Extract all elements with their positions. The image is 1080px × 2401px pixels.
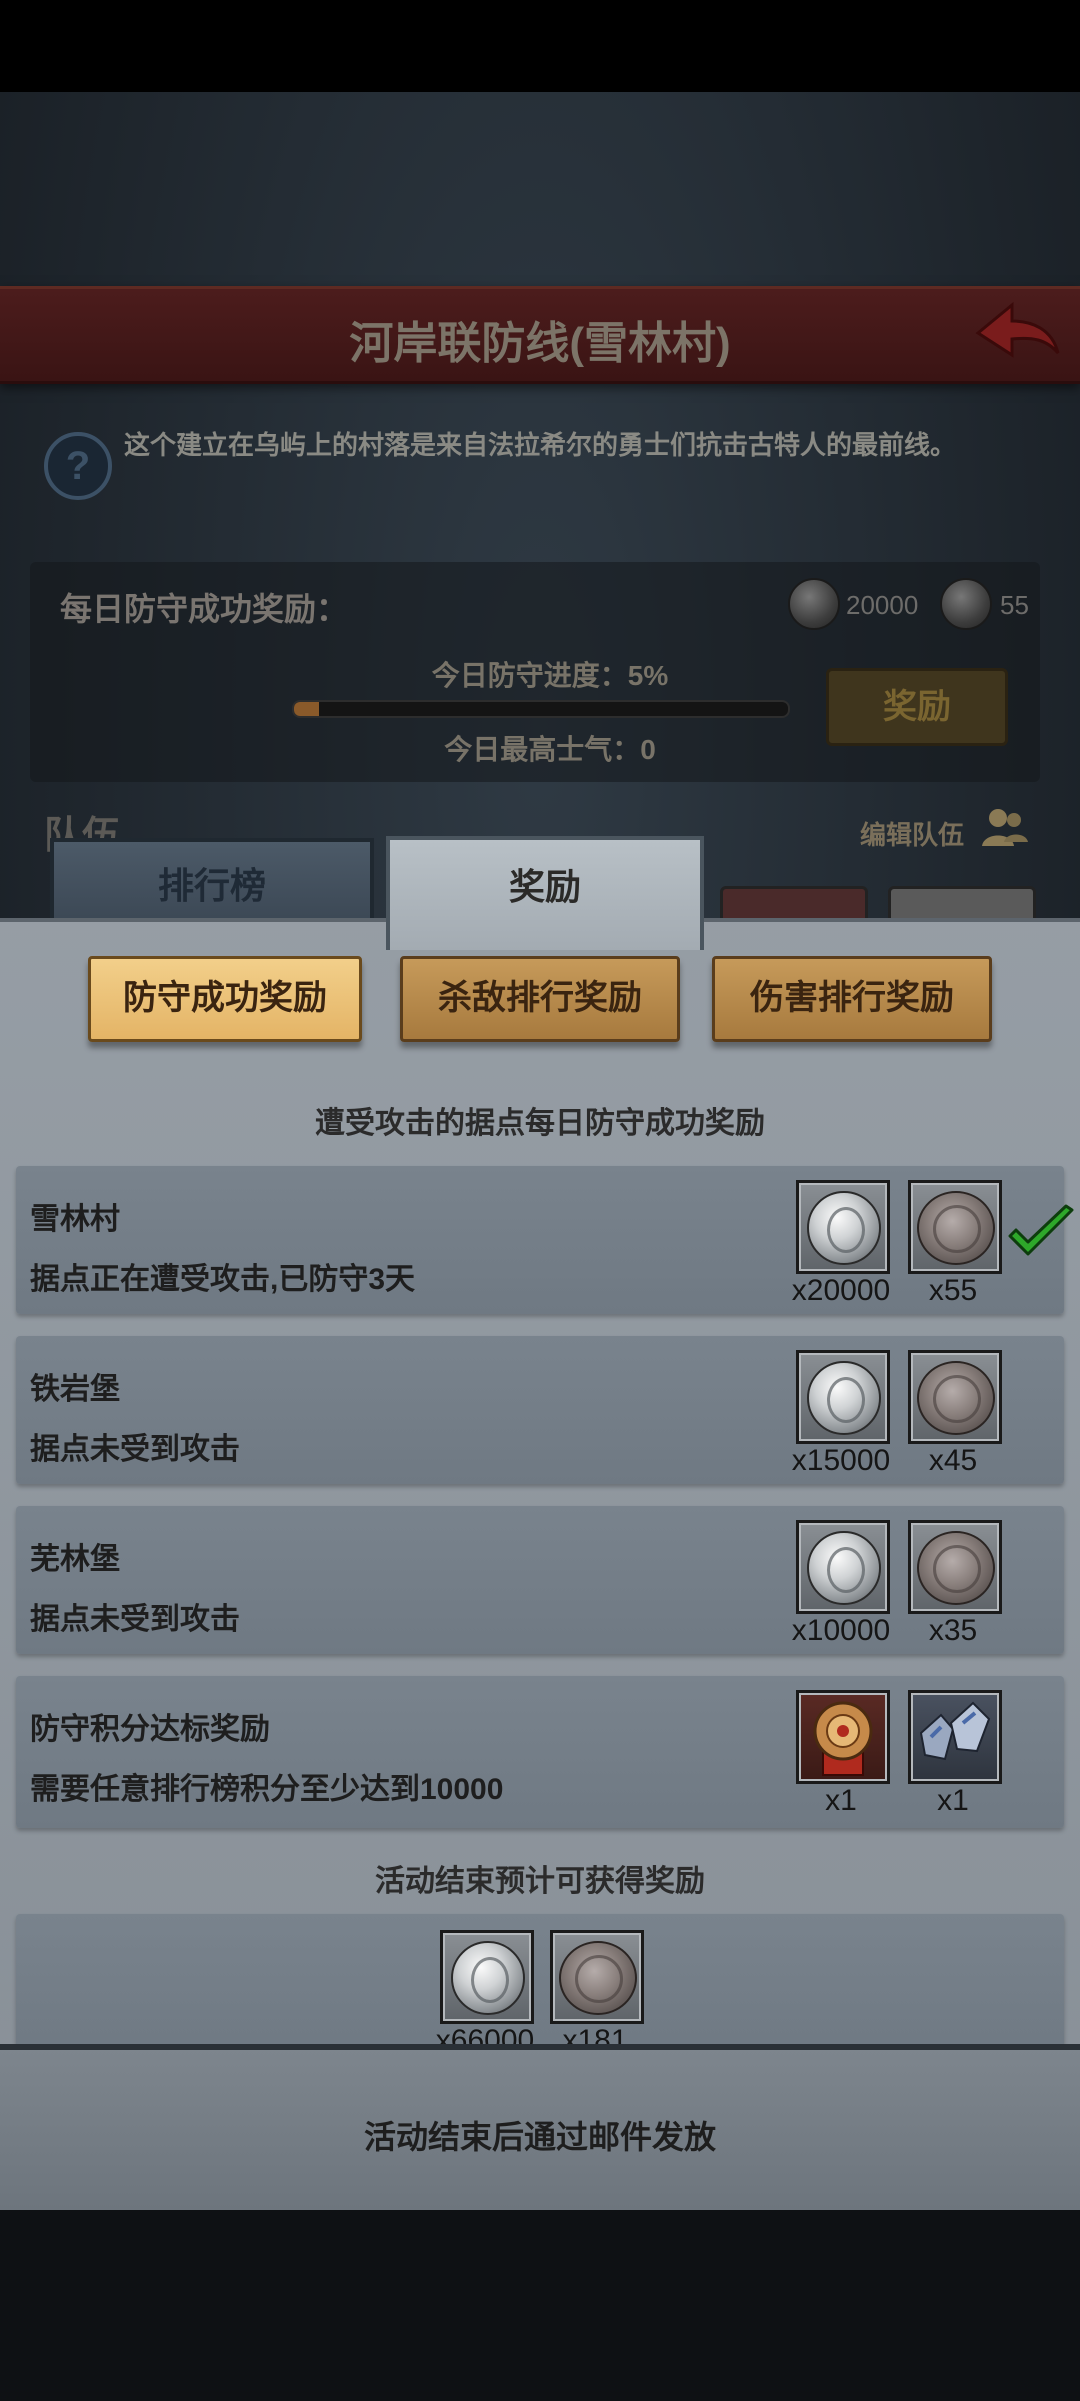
dark-coin-item[interactable] xyxy=(908,1520,1002,1614)
gauntlet-icon xyxy=(919,1701,991,1761)
armor-item[interactable] xyxy=(908,1690,1002,1784)
bottom-area xyxy=(0,2207,1080,2401)
item-quantity: x15000 xyxy=(791,1444,891,1477)
page-title: 河岸联防线(雪林村) xyxy=(349,319,731,368)
row-status: 据点未受到攻击 xyxy=(30,1433,240,1466)
status-bar xyxy=(0,0,1080,92)
row-status: 据点未受到攻击 xyxy=(30,1603,240,1636)
dark-coin-icon xyxy=(917,1531,995,1605)
dark-coin-icon xyxy=(940,578,992,630)
item-quantity: x35 xyxy=(928,1614,978,1647)
item-quantity: x55 xyxy=(928,1274,978,1307)
silver-coin-item[interactable] xyxy=(440,1930,534,2024)
item-quantity: x1 xyxy=(825,1784,857,1817)
tab-reward[interactable]: 奖励 xyxy=(386,836,704,950)
reward-row: 雪林村 据点正在遭受攻击,已防守3天 x20000 x55 xyxy=(16,1166,1074,1314)
dark-coin-item[interactable] xyxy=(908,1180,1002,1274)
dark-coin-icon xyxy=(917,1361,995,1435)
silver-coin-icon xyxy=(807,1361,881,1435)
help-icon[interactable]: ? xyxy=(44,432,112,500)
row-name: 铁岩堡 xyxy=(30,1373,120,1406)
medal-icon xyxy=(813,1701,873,1776)
progress-fill xyxy=(294,702,319,716)
dark-coin-item[interactable] xyxy=(908,1350,1002,1444)
dark-coin-icon xyxy=(559,1941,637,2015)
item-quantity: x10000 xyxy=(791,1614,891,1647)
progress-label: 今日防守进度：5% xyxy=(431,660,669,691)
silver-coin-icon xyxy=(788,578,840,630)
kill-ranking-reward-tab[interactable]: 杀敌排行奖励 xyxy=(400,956,680,1042)
dark-coin-item[interactable] xyxy=(550,1930,644,2024)
silver-coin-icon xyxy=(807,1191,881,1265)
description-text: 这个建立在乌屿上的村落是来自法拉希尔的勇士们抗击古特人的最前线。 xyxy=(123,430,956,460)
section-title-expected: 活动结束预计可获得奖励 xyxy=(375,1865,705,1898)
reward-row: 铁岩堡 据点未受到攻击 x15000 x45 xyxy=(16,1336,1064,1484)
reward-row: 防守积分达标奖励 需要任意排行榜积分至少达到10000 x1 x1 xyxy=(16,1676,1064,1828)
progress-bar xyxy=(292,700,790,718)
edit-team-button[interactable]: 编辑队伍 xyxy=(860,815,964,852)
medal-item[interactable] xyxy=(796,1690,890,1784)
row-status: 据点正在遭受攻击,已防守3天 xyxy=(30,1263,416,1296)
silver-coin-icon xyxy=(807,1531,881,1605)
reward-row: 芜林堡 据点未受到攻击 x10000 x35 xyxy=(16,1506,1064,1654)
item-quantity: x20000 xyxy=(791,1274,891,1307)
checkmark-icon xyxy=(1008,1204,1074,1256)
defense-success-reward-tab[interactable]: 防守成功奖励 xyxy=(88,956,362,1042)
item-quantity: x45 xyxy=(928,1444,978,1477)
back-arrow-icon[interactable] xyxy=(972,299,1062,369)
silver-coin-item[interactable] xyxy=(796,1350,890,1444)
silver-coin-icon xyxy=(451,1941,525,2015)
silver-coin-item[interactable] xyxy=(796,1520,890,1614)
row-status: 需要任意排行榜积分至少达到10000 xyxy=(30,1773,504,1806)
row-name: 雪林村 xyxy=(30,1203,120,1236)
row-name: 防守积分达标奖励 xyxy=(30,1713,270,1746)
dark-coin-icon xyxy=(917,1191,995,1265)
item-quantity: x1 xyxy=(937,1784,969,1817)
silver-coin-item[interactable] xyxy=(796,1180,890,1274)
daily-reward-button[interactable]: 奖励 xyxy=(826,668,1008,746)
row-name: 芜林堡 xyxy=(30,1543,120,1576)
expected-reward-row: x66000 x181 xyxy=(16,1914,1064,2057)
daily-silver-amount: 20000 xyxy=(846,590,919,620)
team-members-icon[interactable] xyxy=(980,806,1030,850)
daily-reward-label: 每日防守成功奖励： xyxy=(60,591,349,627)
tab-ranking[interactable]: 排行榜 xyxy=(50,838,374,930)
section-title-daily: 遭受攻击的据点每日防守成功奖励 xyxy=(315,1107,765,1140)
header-bar: 河岸联防线(雪林村) xyxy=(0,286,1080,384)
daily-dark-amount: 55 xyxy=(1000,590,1029,620)
morale-label: 今日最高士气：0 xyxy=(444,734,656,765)
damage-ranking-reward-tab[interactable]: 伤害排行奖励 xyxy=(712,956,992,1042)
mail-notice: 活动结束后通过邮件发放 xyxy=(363,2119,716,2155)
